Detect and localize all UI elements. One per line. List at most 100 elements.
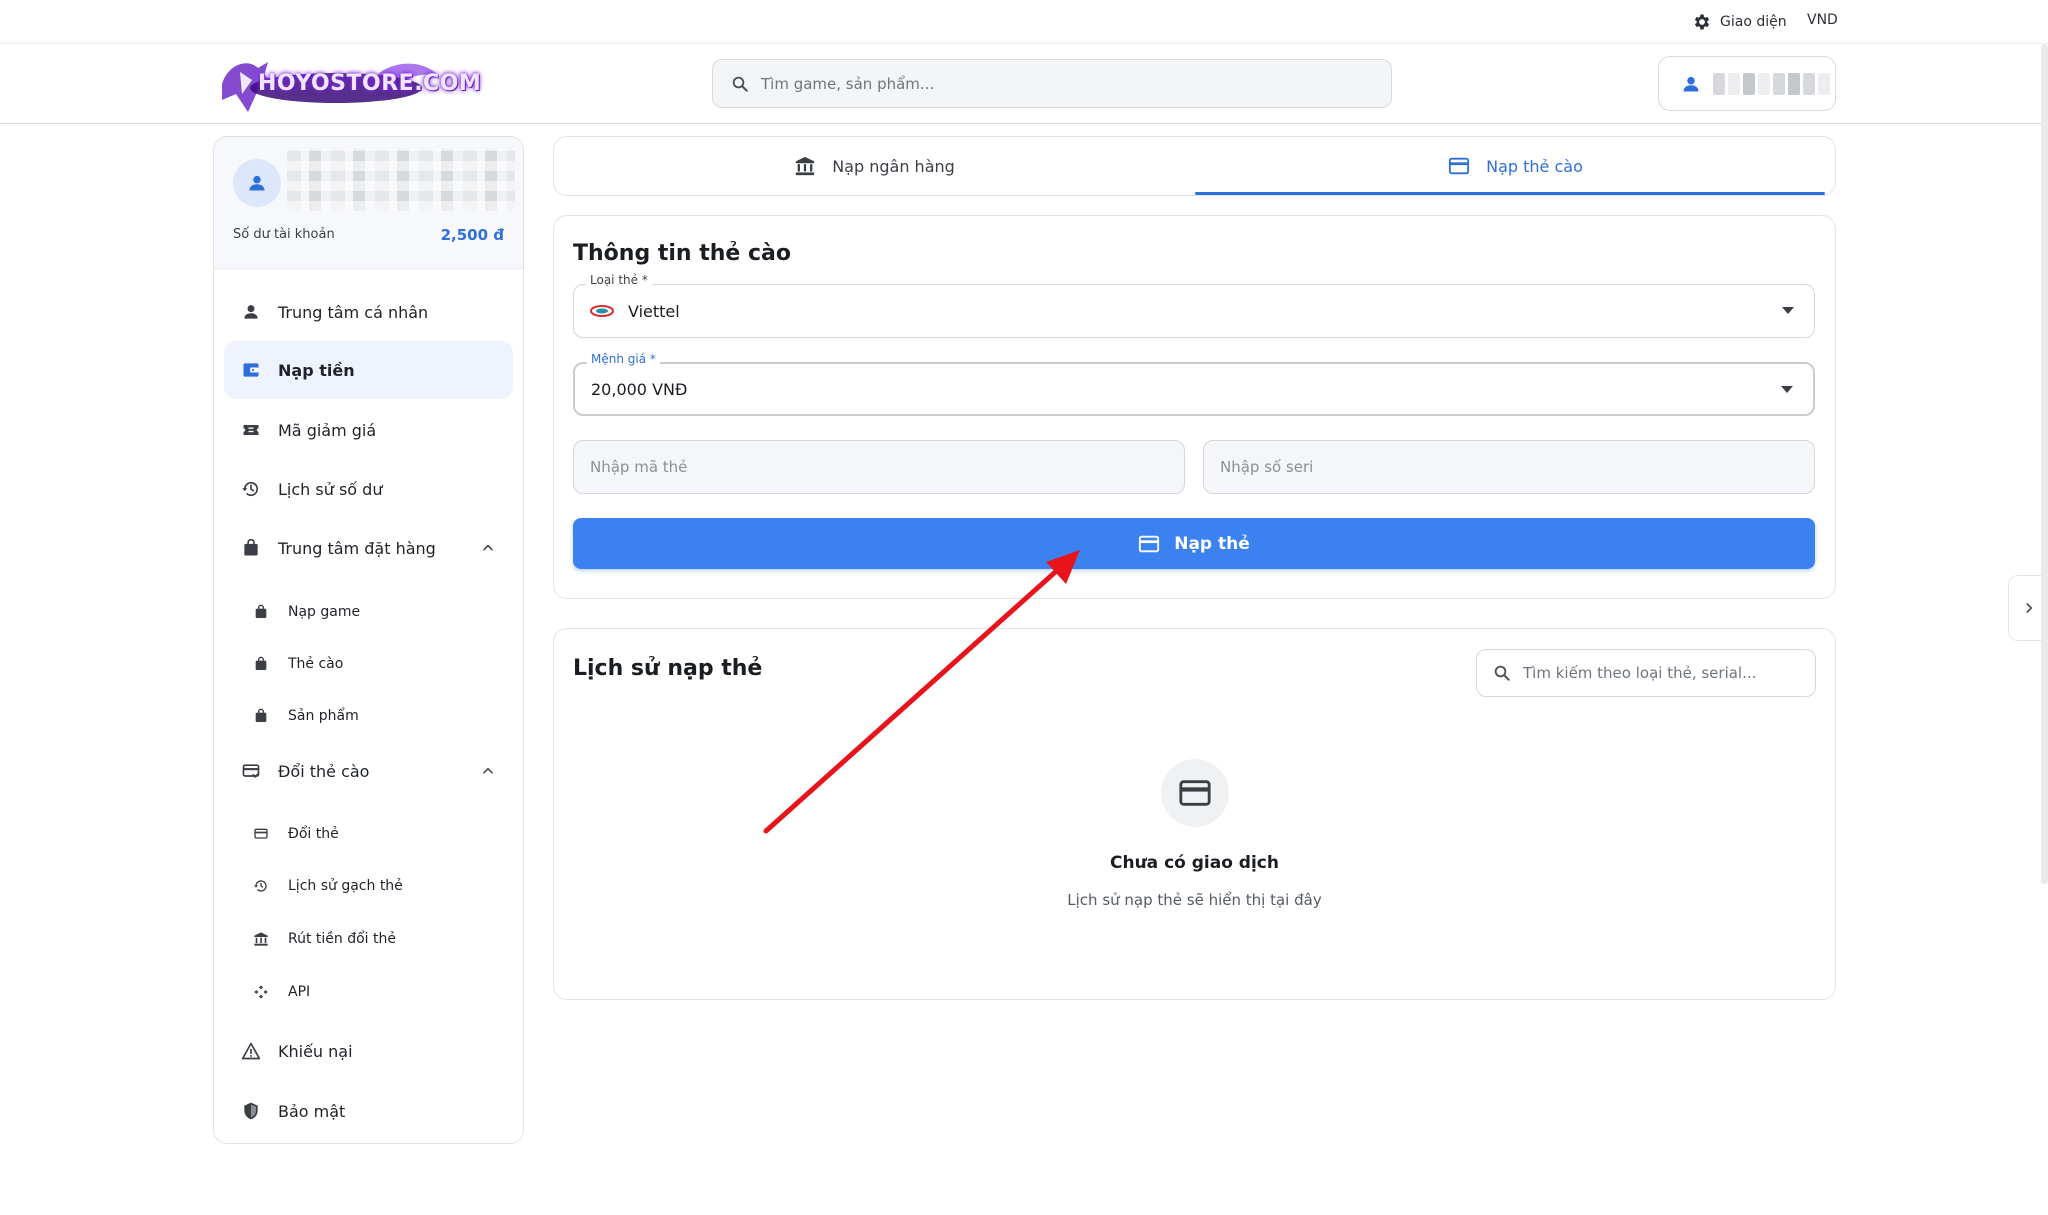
- sidebar-item-label: Lịch sử số dư: [278, 479, 383, 499]
- empty-state-subtitle: Lịch sử nạp thẻ sẽ hiển thị tại đây: [1067, 891, 1322, 909]
- theme-label: Giao diện: [1720, 14, 1787, 30]
- sidebar-item-label: Nạp tiền: [278, 360, 355, 380]
- history-icon: [242, 481, 259, 497]
- sidebar-item-card-exchange[interactable]: Đổi thẻ cào: [224, 742, 513, 800]
- card-code-placeholder: Nhập mã thẻ: [590, 458, 688, 476]
- sidebar-item-balance-history[interactable]: Lịch sử số dư: [224, 460, 513, 518]
- sidebar-subitem-scratch-card[interactable]: Thẻ cào: [252, 644, 512, 684]
- top-up-method-tabs: Nạp ngân hàng Nạp thẻ cào: [553, 136, 1836, 196]
- card-serial-placeholder: Nhập số seri: [1220, 458, 1314, 476]
- sidebar-item-label: Trung tâm đặt hàng: [278, 538, 436, 558]
- theme-toggle[interactable]: Giao diện: [1692, 12, 1787, 32]
- site-logo[interactable]: HOYOSTORE.COM: [218, 54, 481, 116]
- credit-card-icon: [1179, 780, 1211, 806]
- card-type-select[interactable]: Loại thẻ * Viettel: [573, 273, 1815, 338]
- amount-value: 20,000 VNĐ: [591, 379, 688, 399]
- amount-select[interactable]: Mệnh giá * 20,000 VNĐ: [573, 352, 1815, 416]
- viettel-logo-icon: [590, 305, 614, 317]
- person-icon: [244, 305, 258, 319]
- avatar[interactable]: [233, 159, 281, 207]
- tab-label: Nạp ngân hàng: [832, 156, 955, 176]
- sidebar-subitem-products[interactable]: Sản phẩm: [252, 696, 512, 736]
- top-utility-bar: Giao diện VND: [0, 0, 2048, 44]
- tab-label: Nạp thẻ cào: [1486, 156, 1583, 176]
- card-code-input[interactable]: Nhập mã thẻ: [573, 440, 1185, 494]
- bank-icon: [254, 932, 268, 946]
- site-header: HOYOSTORE.COM Tìm game, sản phẩm...: [0, 44, 2048, 124]
- gear-icon: [1694, 14, 1710, 30]
- account-sidebar: Số dư tài khoản 2,500 đ Trung tâm cá nhâ…: [213, 136, 524, 1144]
- logo-text: HOYOSTORE.COM: [258, 71, 482, 96]
- sidebar-subitem-label: Đổi thẻ: [288, 826, 339, 842]
- active-tab-indicator: [1195, 192, 1825, 195]
- history-search-input[interactable]: Tìm kiếm theo loại thẻ, serial...: [1523, 664, 1756, 682]
- tab-scratch-card-top-up[interactable]: Nạp thẻ cào: [1195, 137, 1836, 195]
- sidebar-item-complaints[interactable]: Khiếu nại: [224, 1022, 513, 1080]
- shield-icon: [244, 1102, 258, 1120]
- sidebar-item-label: Khiếu nại: [278, 1041, 353, 1061]
- card-type-value: Viettel: [628, 301, 680, 321]
- sidebar-subitem-game-topup[interactable]: Nạp game: [252, 592, 512, 632]
- card-history-panel: Lịch sử nạp thẻ Tìm kiếm theo loại thẻ, …: [553, 628, 1836, 1000]
- sidebar-item-order-center[interactable]: Trung tâm đặt hàng: [224, 519, 513, 577]
- bag-icon: [255, 656, 267, 670]
- amount-label: Mệnh giá *: [587, 352, 660, 366]
- sidebar-item-security[interactable]: Bảo mật: [224, 1082, 513, 1140]
- warning-icon: [241, 1042, 261, 1060]
- submit-card-button[interactable]: Nạp thẻ: [573, 518, 1815, 569]
- search-input[interactable]: Tìm game, sản phẩm...: [761, 75, 934, 93]
- history-icon: [254, 880, 267, 892]
- search-icon: [1494, 665, 1510, 681]
- credit-card-icon: [1139, 535, 1160, 552]
- card-info-title: Thông tin thẻ cào: [573, 241, 791, 266]
- card-serial-input[interactable]: Nhập số seri: [1203, 440, 1815, 494]
- sidebar-subitem-exchange-history[interactable]: Lịch sử gạch thẻ: [252, 866, 512, 906]
- sidebar-subitem-label: Thẻ cào: [288, 656, 344, 672]
- card-history-title: Lịch sử nạp thẻ: [573, 656, 763, 681]
- sidebar-item-label: Đổi thẻ cào: [278, 761, 370, 781]
- submit-card-label: Nạp thẻ: [1174, 533, 1250, 554]
- sidebar-subitem-api[interactable]: API: [252, 972, 512, 1012]
- username-redacted: [1713, 72, 1830, 95]
- account-menu-button[interactable]: [1658, 56, 1836, 111]
- bag-icon: [244, 538, 258, 556]
- credit-card-icon: [1449, 157, 1470, 175]
- sidebar-item-label: Mã giảm giá: [278, 420, 377, 440]
- empty-state-title: Chưa có giao dịch: [1110, 853, 1279, 873]
- username-redacted-overlay: [287, 149, 515, 211]
- dropdown-caret-icon: [1782, 307, 1794, 314]
- chevron-right-icon: [2025, 603, 2032, 613]
- sidebar-subitem-withdraw[interactable]: Rút tiền đổi thẻ: [252, 919, 512, 959]
- balance-label: Số dư tài khoản: [233, 227, 335, 242]
- bag-icon: [255, 604, 267, 618]
- sidebar-item-coupons[interactable]: Mã giảm giá: [224, 401, 513, 459]
- sidebar-item-label: Bảo mật: [278, 1101, 346, 1121]
- sidebar-item-top-up[interactable]: Nạp tiền: [224, 341, 513, 399]
- user-icon: [249, 175, 265, 191]
- card-exchange-icon: [254, 828, 268, 839]
- chevron-up-icon[interactable]: [481, 541, 495, 555]
- dropdown-caret-icon: [1781, 386, 1793, 393]
- sidebar-subitem-label: Rút tiền đổi thẻ: [288, 931, 396, 947]
- currency-label: VND: [1807, 12, 1838, 28]
- global-search[interactable]: Tìm game, sản phẩm...: [712, 59, 1392, 108]
- tab-bank-top-up[interactable]: Nạp ngân hàng: [554, 137, 1195, 195]
- api-icon: [254, 985, 268, 999]
- sidebar-item-label: Trung tâm cá nhân: [278, 302, 429, 322]
- ticket-icon: [243, 425, 259, 435]
- user-icon: [1683, 76, 1699, 91]
- sidebar-subitem-label: Lịch sử gạch thẻ: [288, 878, 403, 894]
- sidebar-item-personal-center[interactable]: Trung tâm cá nhân: [224, 283, 513, 341]
- card-type-label: Loại thẻ *: [586, 273, 652, 287]
- profile-summary: Số dư tài khoản 2,500 đ: [214, 137, 523, 269]
- currency-selector[interactable]: VND: [1807, 12, 1838, 28]
- sidebar-subitem-exchange-card[interactable]: Đổi thẻ: [252, 814, 512, 854]
- empty-state-icon-wrap: [1161, 759, 1229, 827]
- search-icon: [732, 76, 748, 92]
- chevron-up-icon[interactable]: [481, 764, 495, 778]
- card-info-panel: Thông tin thẻ cào Loại thẻ * Viettel Mện…: [553, 215, 1836, 599]
- page-scrollbar[interactable]: [2041, 44, 2048, 884]
- sidebar-subitem-label: API: [288, 984, 311, 1000]
- history-search[interactable]: Tìm kiếm theo loại thẻ, serial...: [1476, 649, 1816, 697]
- sidebar-subitem-label: Nạp game: [288, 604, 361, 620]
